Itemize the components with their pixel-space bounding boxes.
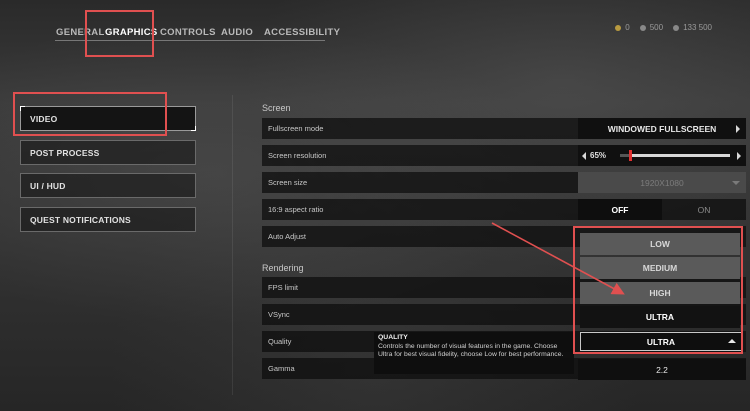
chevron-right-icon[interactable]	[737, 152, 741, 160]
setting-label: Quality	[268, 337, 292, 346]
screen-size-select: 1920X1080	[578, 172, 746, 193]
setting-label: Fullscreen mode	[268, 124, 324, 133]
setting-label: 16:9 aspect ratio	[268, 205, 324, 214]
gamma-value: 2.2	[656, 364, 668, 375]
aspect-ratio-off[interactable]: OFF	[578, 199, 662, 220]
slider-thumb[interactable]	[629, 150, 632, 161]
screen-size-value: 1920X1080	[640, 177, 684, 188]
sidebar-item-label: POST PROCESS	[30, 147, 100, 158]
chevron-left-icon[interactable]	[582, 152, 586, 160]
setting-label: Auto Adjust	[268, 232, 306, 241]
chevron-down-icon	[732, 181, 740, 185]
sidebar-item-quest-notifications[interactable]: QUEST NOTIFICATIONS	[20, 207, 196, 232]
setting-label: VSync	[268, 310, 290, 319]
section-title-rendering: Rendering	[262, 263, 304, 273]
tab-controls[interactable]: CONTROLS	[160, 27, 216, 38]
setting-label: Screen size	[268, 178, 308, 187]
video-item-highlight	[13, 92, 167, 136]
currency-b-value: 500	[649, 23, 664, 32]
sidebar-item-label: UI / HUD	[30, 180, 66, 191]
currency-a-value: 0	[625, 23, 630, 32]
sidebar-item-label: QUEST NOTIFICATIONS	[30, 214, 131, 225]
aspect-ratio-toggle[interactable]: OFF ON	[578, 199, 746, 220]
aspect-ratio-on[interactable]: ON	[662, 199, 746, 220]
tab-audio[interactable]: AUDIO	[221, 27, 253, 38]
fullscreen-mode-select[interactable]: WINDOWED FULLSCREEN	[578, 118, 746, 139]
graphics-tab-highlight	[85, 10, 154, 57]
setting-label: Gamma	[268, 364, 295, 373]
shard-icon	[639, 24, 646, 31]
screen-resolution-slider[interactable]: 65%	[578, 145, 746, 166]
sidebar-item-ui-hud[interactable]: UI / HUD	[20, 173, 196, 198]
setting-row-fullscreen-mode: Fullscreen mode WINDOWED FULLSCREEN	[262, 118, 746, 139]
setting-row-screen-resolution: Screen resolution 65%	[262, 145, 746, 166]
setting-label: Screen resolution	[268, 151, 327, 160]
section-title-screen: Screen	[262, 103, 291, 113]
tooltip-title: QUALITY	[378, 334, 408, 341]
sidebar-item-post-process[interactable]: POST PROCESS	[20, 140, 196, 165]
coin-icon	[615, 24, 622, 31]
setting-row-screen-size: Screen size 1920X1080	[262, 172, 746, 193]
currency-c-value: 133 500	[683, 23, 712, 32]
setting-row-aspect-ratio: 16:9 aspect ratio OFF ON	[262, 199, 746, 220]
currency-stats: 0 500 133 500	[615, 23, 712, 32]
chevron-right-icon	[736, 125, 740, 133]
panel-divider	[232, 95, 233, 395]
fullscreen-mode-value: WINDOWED FULLSCREEN	[607, 123, 717, 134]
bloodpoints-icon	[673, 24, 680, 31]
currency-b: 500	[639, 23, 664, 32]
currency-a: 0	[615, 23, 630, 32]
quality-tooltip: QUALITY Controls the number of visual fe…	[374, 332, 574, 374]
tab-accessibility[interactable]: ACCESSIBILITY	[264, 27, 340, 38]
gamma-value-control[interactable]: 2.2	[578, 359, 746, 380]
setting-label: FPS limit	[268, 283, 298, 292]
tooltip-body: Controls the number of visual features i…	[378, 343, 564, 358]
currency-c: 133 500	[673, 23, 712, 32]
slider-fill	[620, 154, 629, 157]
screen-resolution-value: 65%	[590, 151, 607, 160]
dropdown-highlight	[573, 226, 743, 354]
slider-track[interactable]	[620, 150, 730, 161]
